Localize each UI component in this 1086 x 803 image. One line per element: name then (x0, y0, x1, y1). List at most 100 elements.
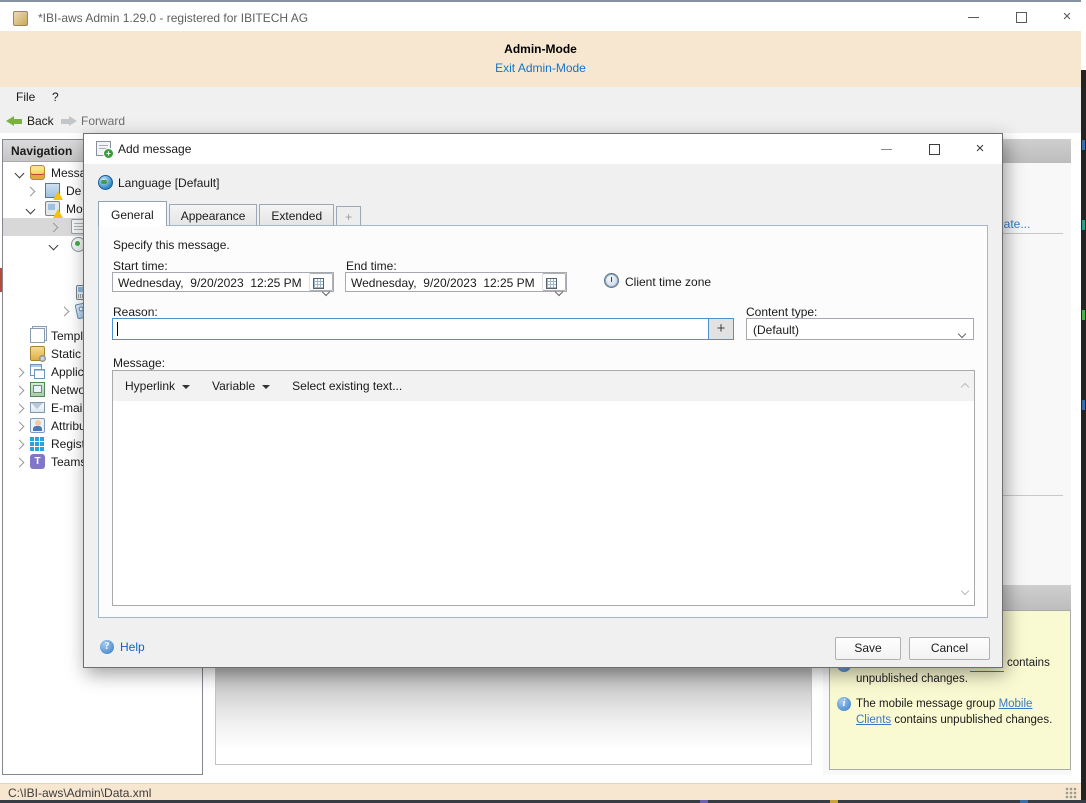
tab-appearance[interactable]: Appearance (168, 204, 258, 226)
window-title: *IBI-aws Admin 1.29.0 - registered for I… (38, 11, 309, 25)
dropdown-caret-icon (182, 384, 191, 389)
chevron-down-icon[interactable] (14, 168, 25, 179)
reason-input[interactable] (113, 319, 713, 343)
tree-item-label: Attribu (51, 419, 86, 433)
message-toolbar: Hyperlink Variable Select existing text... (113, 371, 974, 401)
sliver-mark (1082, 140, 1085, 150)
tab-general[interactable]: General (98, 201, 167, 226)
dialog-minimize-button[interactable] (870, 138, 902, 160)
tree-item-label: De (66, 184, 82, 198)
forward-button[interactable]: Forward (60, 113, 125, 129)
chevron-right-icon[interactable] (14, 457, 25, 468)
reason-add-button[interactable]: + (708, 319, 733, 339)
maximize-button[interactable] (1004, 6, 1038, 28)
forward-label: Forward (81, 114, 126, 128)
chevron-right-icon[interactable] (14, 439, 25, 450)
tree-item-label: Templ (51, 329, 84, 343)
info-icon (837, 697, 851, 711)
end-time-picker[interactable]: Wednesday, 9/20/2023 12:25 PM (345, 272, 567, 297)
content-type-label: Content type: (746, 305, 818, 319)
scroll-up-button[interactable] (960, 379, 970, 393)
resize-grip[interactable] (1065, 787, 1077, 799)
globe-icon (98, 175, 113, 190)
back-arrow-icon (6, 115, 23, 127)
background-window-sliver (1081, 70, 1086, 803)
cancel-button[interactable]: Cancel (909, 637, 990, 660)
start-time-calendar-button[interactable] (309, 273, 333, 297)
chevron-right-icon[interactable] (48, 222, 59, 233)
reason-label: Reason: (113, 305, 158, 319)
exit-admin-mode-link[interactable]: Exit Admin-Mode (495, 61, 586, 75)
chevron-right-icon[interactable] (14, 403, 25, 414)
attributes-icon (30, 418, 45, 433)
dialog-title: Add message (118, 142, 192, 156)
template-partial-link[interactable]: late... (1001, 217, 1030, 231)
language-label: Language [Default] (118, 176, 220, 190)
chevron-down-icon (321, 287, 331, 297)
message-editor[interactable]: Hyperlink Variable Select existing text... (112, 370, 975, 606)
scroll-down-button[interactable] (960, 583, 970, 597)
notification-prefix: The mobile message group (856, 698, 999, 710)
general-tab-page: Specify this message. Start time: Wednes… (98, 225, 988, 618)
instruction-text: Specify this message. (113, 238, 230, 252)
dialog-maximize-button[interactable] (918, 138, 950, 160)
chevron-right-icon[interactable] (59, 306, 70, 317)
message-toolbar-select-existing-text[interactable]: Select existing text... (292, 379, 402, 393)
chevron-right-icon[interactable] (14, 421, 25, 432)
start-time-label: Start time: (113, 259, 168, 273)
admin-mode-banner: Admin-Mode Exit Admin-Mode (0, 31, 1081, 87)
chevron-down-icon (957, 329, 967, 339)
network-icon (30, 382, 45, 397)
static-icon (30, 346, 46, 362)
end-time-label: End time: (346, 259, 397, 273)
teams-icon (30, 454, 45, 469)
chevron-down-icon[interactable] (25, 204, 36, 215)
tree-item-label: Regist (51, 437, 86, 451)
save-button[interactable]: Save (835, 637, 901, 660)
close-button[interactable]: × (1050, 6, 1084, 28)
chevron-right-icon[interactable] (14, 385, 25, 396)
background-window-sliver (0, 268, 2, 292)
message-toolbar-hyperlink[interactable]: Hyperlink (125, 379, 191, 393)
registry-icon (30, 436, 45, 451)
end-time-calendar-button[interactable] (542, 273, 566, 297)
minimize-button[interactable] (956, 6, 990, 28)
tree-item-label: Netwo (51, 383, 86, 397)
chevron-right-icon[interactable] (25, 186, 36, 197)
notification-text: unpublished changes. (856, 673, 968, 685)
notification-text: contains (1007, 657, 1050, 669)
chevron-right-icon[interactable] (14, 367, 25, 378)
reason-field: + (112, 318, 734, 343)
tree-item-label: Messa (51, 166, 87, 180)
sliver-mark (1082, 400, 1085, 410)
tree-item-label: Applic (51, 365, 84, 379)
status-file-path: C:\IBI-aws\Admin\Data.xml (8, 786, 152, 800)
dialog-tab-strip: General Appearance Extended + (98, 201, 363, 226)
content-type-value: (Default) (753, 323, 800, 337)
start-time-value: Wednesday, 9/20/2023 12:25 PM (118, 276, 302, 290)
dialog-close-button[interactable]: × (964, 138, 996, 160)
messages-icon (30, 165, 45, 180)
message-toolbar-variable[interactable]: Variable (212, 379, 271, 393)
tab-add[interactable]: + (336, 206, 362, 226)
help-label: Help (120, 640, 145, 654)
start-time-picker[interactable]: Wednesday, 9/20/2023 12:25 PM (112, 272, 334, 297)
menu-file[interactable]: File (16, 90, 35, 104)
chevron-up-icon (960, 382, 970, 392)
back-button[interactable]: Back (6, 113, 54, 129)
tree-item-label: Teams (51, 455, 87, 469)
tree-item-label: Static (51, 347, 82, 361)
forward-arrow-icon (60, 115, 77, 127)
content-type-select[interactable]: (Default) (746, 318, 974, 340)
chevron-down-icon[interactable] (48, 240, 59, 251)
nav-toolbar: Back Forward (0, 108, 1081, 133)
dialog-title-bar: Add message × (84, 134, 1002, 164)
time-zone-icon (604, 273, 619, 288)
tab-extended[interactable]: Extended (259, 204, 335, 226)
end-time-value: Wednesday, 9/20/2023 12:25 PM (351, 276, 535, 290)
title-bar: *IBI-aws Admin 1.29.0 - registered for I… (0, 0, 1081, 31)
desktop-warning-icon (45, 183, 63, 200)
maximize-icon (929, 144, 940, 155)
menu-help[interactable]: ? (52, 90, 59, 104)
templates-icon (30, 328, 45, 343)
